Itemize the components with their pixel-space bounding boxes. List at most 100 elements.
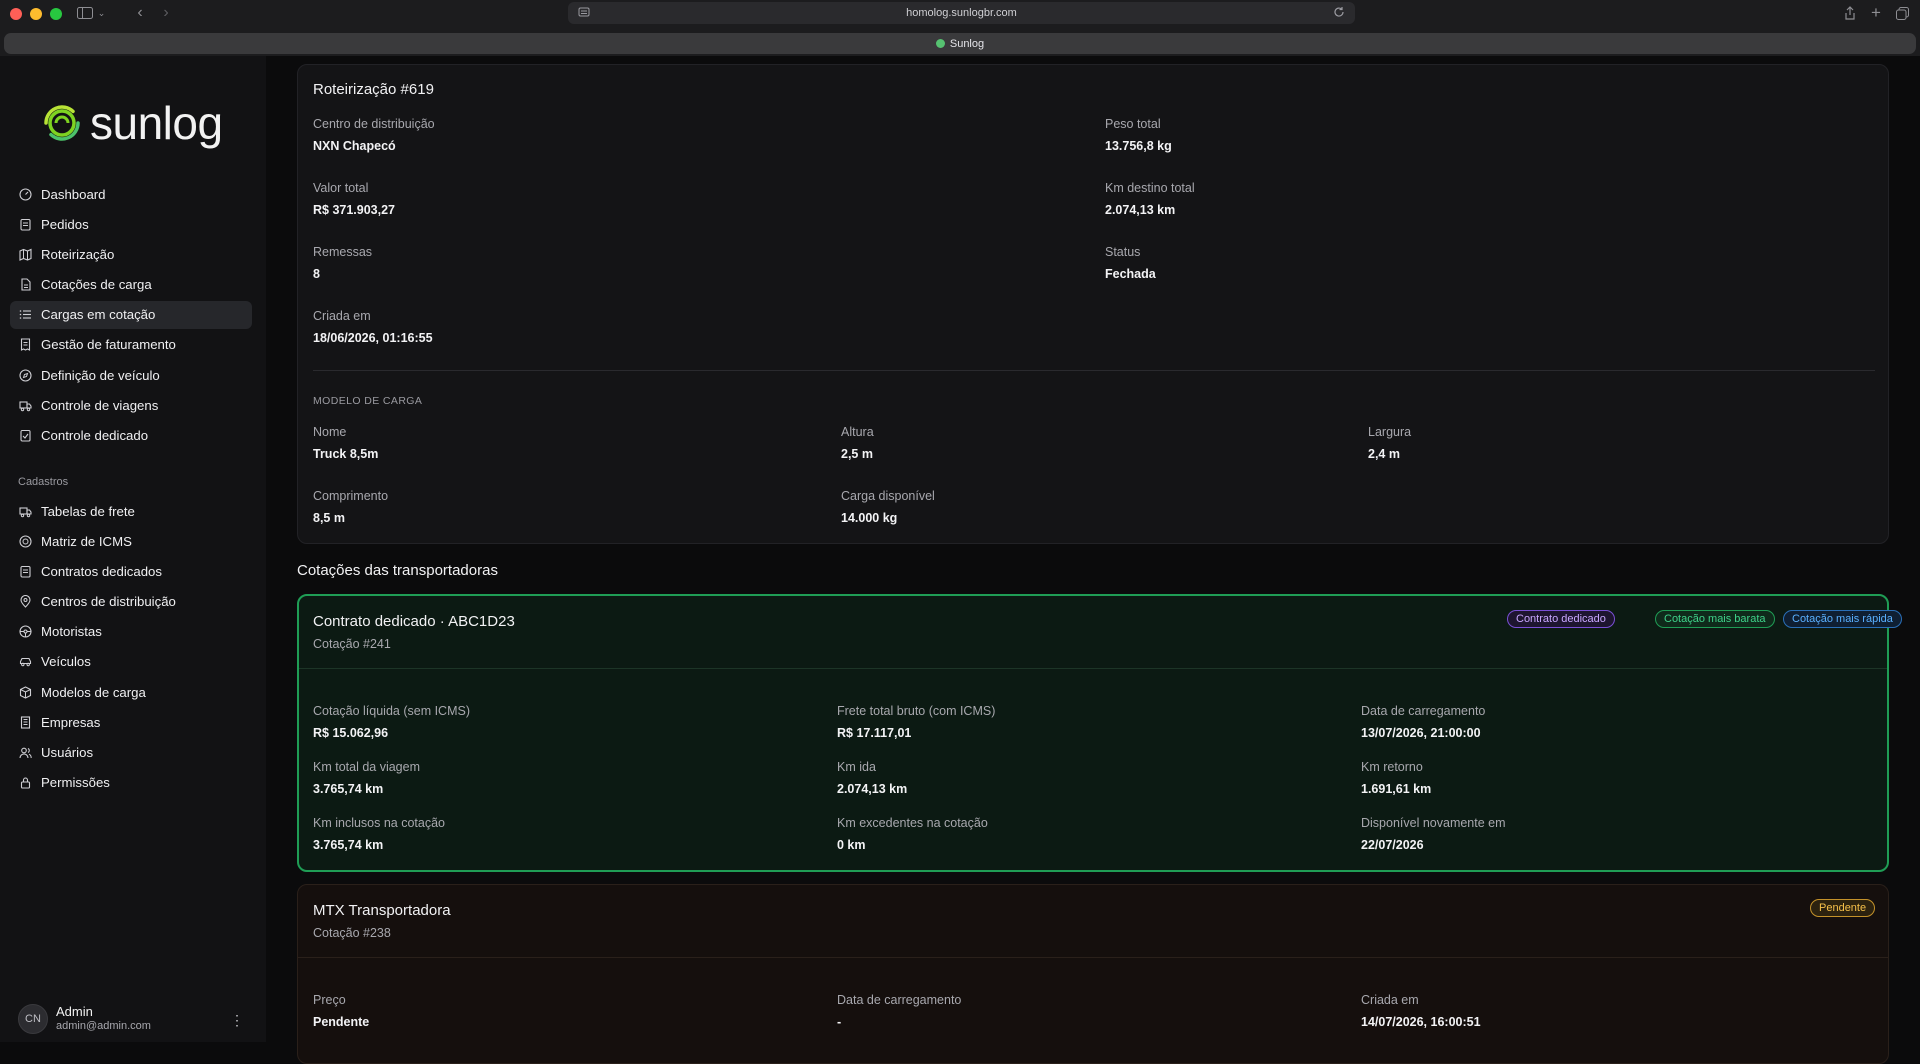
close-window-button[interactable]: [10, 8, 22, 20]
minimize-window-button[interactable]: [30, 8, 42, 20]
share-icon[interactable]: [1840, 3, 1860, 23]
sidebar-item-controle-de-viagens[interactable]: Controle de viagens: [10, 391, 252, 419]
sunlog-logo[interactable]: sunlog: [40, 96, 223, 150]
sidebar-item-roteirizacao[interactable]: Roteirização: [10, 240, 252, 268]
badge-cheapest: Cotação mais barata: [1655, 610, 1775, 628]
sidebar-item-veiculos[interactable]: Veículos: [10, 648, 252, 676]
badge-pending: Pendente: [1810, 899, 1876, 917]
sidebar-item-pedidos[interactable]: Pedidos: [10, 210, 252, 238]
map-icon: [19, 248, 32, 261]
tab-overview-icon[interactable]: [1892, 3, 1912, 23]
sidebar-item-modelos-de-carga[interactable]: Modelos de carga: [10, 678, 252, 706]
sidebar-item-tabelas-de-frete[interactable]: Tabelas de frete: [10, 497, 252, 525]
field-value: 2,5 m: [841, 447, 873, 461]
sidebar-item-matriz-de-icms[interactable]: Matriz de ICMS: [10, 527, 252, 555]
window-controls: [10, 8, 62, 20]
sidebar-item-centros-de-distribuicao[interactable]: Centros de distribuição: [10, 588, 252, 616]
sidebar-item-label: Permissões: [41, 775, 110, 791]
field-label: Km excedentes na cotação: [837, 816, 988, 830]
field-label: Carga disponível: [841, 489, 935, 503]
sidebar-item-definicao-de-veiculo[interactable]: Definição de veículo: [10, 361, 252, 389]
field-value: Truck 8,5m: [313, 447, 379, 461]
dashboard-icon: [19, 187, 32, 201]
field-value: 2.074,13 km: [837, 782, 908, 796]
favicon-icon: [935, 39, 945, 48]
field-label: Data de carregamento: [837, 993, 962, 1007]
tab-sunlog[interactable]: Sunlog: [4, 33, 1916, 54]
sidebar-item-label: Controle de viagens: [41, 397, 159, 413]
car-icon: [19, 658, 32, 667]
routing-card: Roteirização #619 Centro de distribuição…: [297, 64, 1889, 544]
sidebar-item-motoristas[interactable]: Motoristas: [10, 618, 252, 646]
field-label: Km inclusos na cotação: [313, 816, 446, 830]
load-model-caption: MODELO DE CARGA: [313, 395, 423, 407]
quotes-heading: Cotações das transportadoras: [297, 562, 498, 579]
sidebar-item-label: Contratos dedicados: [41, 563, 162, 579]
field-label: Centro de distribuição: [313, 117, 435, 131]
sidebar-item-label: Pedidos: [41, 216, 89, 232]
sidebar-item-empresas[interactable]: Empresas: [10, 708, 252, 736]
receipt-icon: [20, 338, 31, 352]
page-settings-icon[interactable]: [578, 6, 590, 18]
field-value: 14.000 kg: [841, 511, 898, 525]
field-label: Km total da viagem: [313, 760, 420, 774]
cadastros-nav: Tabelas de frete Matriz de ICMS Contratos …: [10, 497, 252, 799]
sidebar-item-gestao-de-faturamento[interactable]: Gestão de faturamento: [10, 331, 252, 359]
sidebar-item-label: Modelos de carga: [41, 684, 146, 700]
maximize-window-button[interactable]: [50, 8, 62, 20]
sidebar-item-cotacoes-de-carga[interactable]: Cotações de carga: [10, 271, 252, 299]
sidebar-item-contratos-dedicados[interactable]: Contratos dedicados: [10, 557, 252, 585]
sidebar-item-label: Cotações de carga: [41, 277, 152, 293]
sidebar-item-controle-dedicado[interactable]: Controle dedicado: [10, 422, 252, 450]
quote-subtitle: Cotação #241: [313, 637, 391, 651]
address-bar[interactable]: homolog.sunlogbr.com: [568, 2, 1355, 24]
sidebar: sunlog Dashboard Pedidos Roteirização Cotaç…: [0, 56, 266, 1042]
field-label: Nome: [313, 425, 347, 439]
main-nav: Dashboard Pedidos Roteirização Cotações de …: [10, 180, 252, 452]
main-content: Roteirização #619 Centro de distribuição…: [266, 56, 1920, 1064]
sidebar-item-label: Roteirização: [41, 246, 115, 262]
field-value: 1.691,61 km: [1361, 782, 1432, 796]
field-value: 2.074,13 km: [1105, 203, 1176, 217]
browser-chrome: ⌄ ‹ › homolog.sunlogbr.com + Sunlog: [0, 0, 1920, 56]
sidebar-item-usuarios[interactable]: Usuários: [10, 739, 252, 767]
field-value: 3.765,74 km: [313, 838, 384, 852]
back-icon[interactable]: ‹: [130, 3, 150, 23]
sidebar-item-label: Empresas: [41, 714, 101, 730]
field-label: Peso total: [1105, 117, 1161, 131]
divider: [313, 370, 1875, 371]
sidebar-item-permissoes[interactable]: Permissões: [10, 769, 252, 797]
steering-wheel-icon: [19, 625, 32, 638]
user-profile[interactable]: CN Admin admin@admin.com ⋮: [18, 1002, 248, 1036]
sidebar-item-dashboard[interactable]: Dashboard: [10, 180, 252, 208]
truck-icon: [19, 506, 32, 517]
reload-icon[interactable]: [1333, 6, 1345, 18]
sidebar-item-label: Matriz de ICMS: [41, 533, 132, 549]
forward-icon[interactable]: ›: [156, 3, 176, 23]
clipboard-check-icon: [20, 429, 31, 442]
field-label: Remessas: [313, 245, 373, 259]
field-value: 0 km: [837, 838, 866, 852]
quote-card-dedicated[interactable]: Contrato dedicado · ABC1D23 Cotação #241…: [297, 594, 1902, 872]
field-value: 8,5 m: [313, 511, 345, 525]
more-vertical-icon[interactable]: ⋮: [230, 1012, 244, 1029]
quote-title: Contrato dedicado · ABC1D23: [313, 613, 515, 630]
building-icon: [20, 716, 31, 729]
quote-card-mtx[interactable]: MTX Transportadora Cotação #238 Pendente…: [297, 884, 1889, 1064]
sidebar-toggle-icon[interactable]: ⌄: [74, 3, 108, 23]
sidebar-item-cargas-em-cotacao[interactable]: Cargas em cotação: [10, 300, 252, 329]
field-label: Data de carregamento: [1361, 704, 1486, 718]
divider: [299, 668, 1887, 669]
field-value: R$ 15.062,96: [313, 726, 389, 740]
pin-icon: [20, 595, 31, 608]
sidebar-item-label: Motoristas: [41, 624, 102, 640]
user-email: admin@admin.com: [56, 1020, 151, 1032]
sidebar-item-label: Tabelas de frete: [41, 503, 135, 519]
field-value: 14/07/2026, 16:00:51: [1361, 1015, 1481, 1029]
quote-title: MTX Transportadora: [313, 902, 451, 919]
url-text: homolog.sunlogbr.com: [906, 7, 1017, 19]
target-icon: [19, 535, 32, 548]
sidebar-item-label: Usuários: [41, 745, 94, 760]
field-label: Km destino total: [1105, 181, 1195, 195]
new-tab-icon[interactable]: +: [1866, 3, 1886, 23]
